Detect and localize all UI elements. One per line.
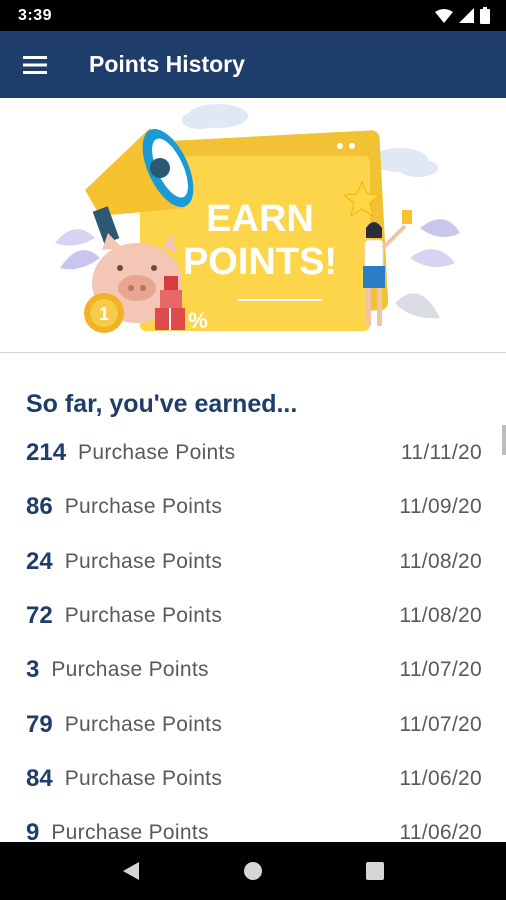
points-label: Purchase Points	[51, 658, 209, 682]
earn-points-illustration: EARN POINTS! 1 %	[55, 104, 460, 333]
points-date: 11/06/20	[399, 821, 482, 842]
scrollbar-thumb[interactable]	[502, 425, 506, 455]
banner-text-points: POINTS!	[183, 241, 337, 283]
points-value: 72	[26, 602, 53, 630]
status-time: 3:39	[18, 6, 53, 24]
battery-icon	[480, 7, 490, 24]
points-date: 11/08/20	[399, 604, 482, 628]
page-title: Points History	[89, 51, 245, 77]
signal-icon	[459, 8, 474, 23]
history-row: 214 Purchase Points 11/11/20	[0, 426, 506, 480]
history-row: 86 Purchase Points 11/09/20	[0, 480, 506, 534]
points-label: Purchase Points	[64, 549, 223, 573]
points-label: Purchase Points	[64, 766, 223, 790]
points-date: 11/08/20	[399, 549, 482, 573]
nav-home-button[interactable]	[233, 851, 273, 891]
points-value: 214	[26, 439, 67, 467]
menu-button[interactable]	[0, 31, 70, 98]
recents-icon	[366, 862, 384, 880]
earn-points-banner: EARN POINTS! 1 %	[0, 98, 506, 353]
points-date: 11/07/20	[399, 712, 482, 736]
points-label: Purchase Points	[78, 441, 236, 465]
history-row: 72 Purchase Points 11/08/20	[0, 589, 506, 643]
discount-percent-sign: %	[188, 308, 208, 333]
points-value: 24	[26, 547, 53, 575]
history-row: 84 Purchase Points 11/06/20	[0, 752, 506, 806]
points-label: Purchase Points	[51, 821, 209, 842]
points-value: 84	[26, 764, 53, 792]
hamburger-menu-icon	[23, 55, 47, 74]
points-date: 11/07/20	[399, 658, 482, 682]
banner-text-earn: EARN	[206, 198, 314, 240]
nav-back-button[interactable]	[111, 851, 151, 891]
home-icon	[244, 862, 262, 880]
coin-icon: 1	[84, 293, 124, 333]
points-date: 11/09/20	[399, 495, 482, 519]
points-history-list[interactable]: 214 Purchase Points 11/11/20 86 Purchase…	[0, 426, 506, 842]
system-nav-bar	[0, 842, 506, 900]
nav-recents-button[interactable]	[355, 851, 395, 891]
app-bar: Points History	[0, 31, 506, 98]
points-value: 9	[26, 819, 40, 842]
back-icon	[123, 862, 139, 880]
points-label: Purchase Points	[64, 604, 223, 628]
points-label: Purchase Points	[64, 712, 223, 736]
history-row: 24 Purchase Points 11/08/20	[0, 535, 506, 589]
history-row: 3 Purchase Points 11/07/20	[0, 643, 506, 697]
history-row: 79 Purchase Points 11/07/20	[0, 697, 506, 751]
points-date: 11/06/20	[399, 766, 482, 790]
svg-text:1: 1	[99, 304, 109, 324]
points-label: Purchase Points	[64, 495, 223, 519]
points-date: 11/11/20	[400, 441, 482, 465]
points-value: 3	[26, 656, 40, 684]
points-value: 86	[26, 493, 53, 521]
wifi-icon	[435, 8, 453, 23]
status-bar: 3:39	[0, 0, 506, 31]
history-row: 9 Purchase Points 11/06/20	[0, 806, 506, 842]
status-icons	[435, 7, 490, 24]
points-value: 79	[26, 710, 53, 738]
points-history-content[interactable]: So far, you've earned... 214 Purchase Po…	[0, 354, 506, 842]
section-heading: So far, you've earned...	[26, 390, 298, 418]
